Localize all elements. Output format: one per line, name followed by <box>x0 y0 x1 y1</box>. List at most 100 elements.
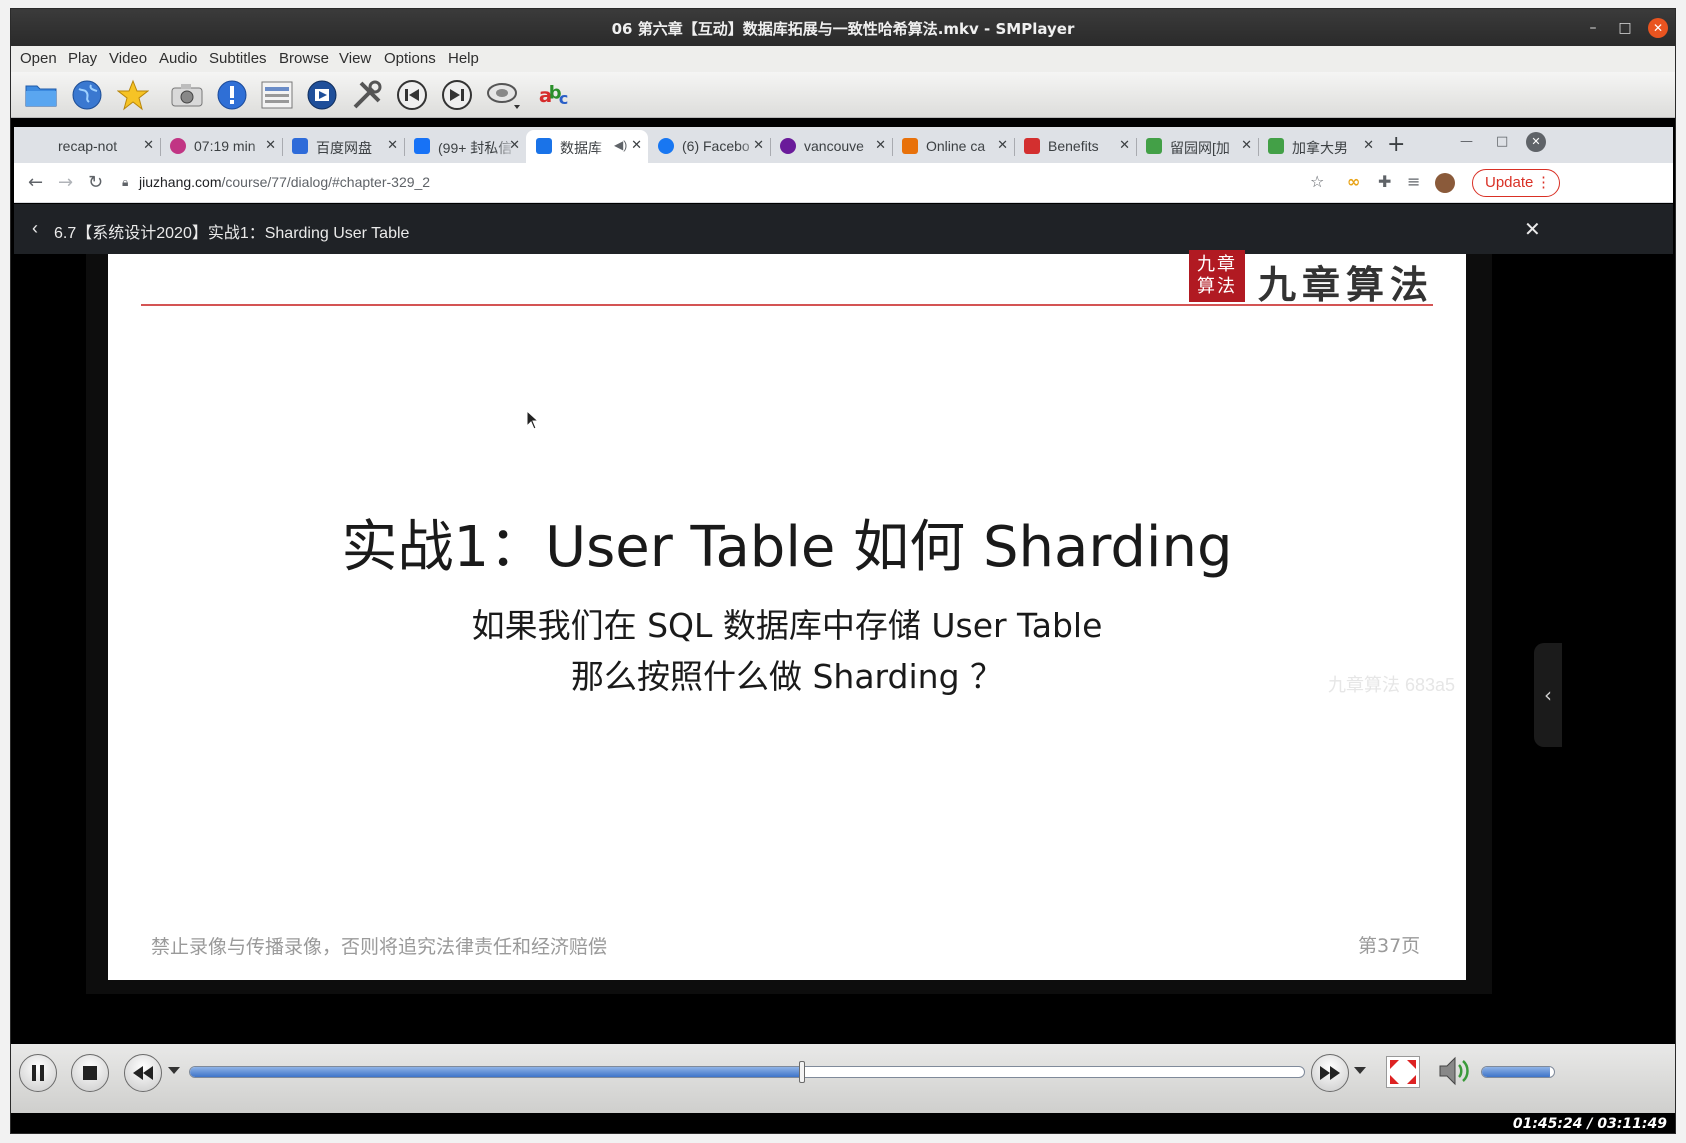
tab-close-icon[interactable]: ✕ <box>265 137 276 153</box>
tab-close-icon[interactable]: ✕ <box>997 137 1008 153</box>
menu-audio[interactable]: Audio <box>159 50 197 67</box>
browser-tab[interactable]: Benefits ✕ <box>1014 130 1136 163</box>
tab-label: (6) Facebo <box>682 138 750 154</box>
previous-icon[interactable] <box>394 77 430 113</box>
tab-close-icon[interactable]: ✕ <box>1241 137 1252 153</box>
browser-minimize-icon[interactable]: — <box>1460 134 1473 149</box>
favorite-star-icon[interactable] <box>115 77 151 113</box>
browser-tab-active[interactable]: 数据库 ◀) ✕ <box>526 130 648 163</box>
close-dialog-icon[interactable]: ✕ <box>1524 217 1541 242</box>
tab-audio-icon[interactable]: ◀) <box>614 138 627 152</box>
more-menu-icon[interactable]: ⋮ <box>1536 170 1551 196</box>
lock-icon[interactable]: 🔒︎ <box>122 175 128 190</box>
tab-favicon-icon <box>292 138 308 154</box>
extension-infinity-icon[interactable]: ∞ <box>1347 172 1360 191</box>
minimize-button[interactable]: – <box>1583 18 1603 38</box>
menu-view[interactable]: View <box>339 50 371 67</box>
rewind-icon <box>133 1066 153 1080</box>
browser-tab[interactable]: 加拿大男 ✕ <box>1258 130 1380 163</box>
forward-dropdown-icon[interactable] <box>1354 1067 1366 1074</box>
tab-favicon-icon <box>902 138 918 154</box>
menu-browse[interactable]: Browse <box>279 50 329 67</box>
watermark: 九章算法 683a5 <box>1328 675 1456 695</box>
browser-tab[interactable]: 百度网盘 ✕ <box>282 130 404 163</box>
volume-icon[interactable] <box>1437 1054 1473 1092</box>
bookmark-star-icon[interactable]: ☆ <box>1310 172 1324 191</box>
menu-help[interactable]: Help <box>448 50 479 67</box>
close-button[interactable]: ✕ <box>1648 18 1668 38</box>
slide-subline-1: 如果我们在 SQL 数据库中存储 User Table <box>471 606 1103 645</box>
profile-avatar[interactable] <box>1435 173 1455 193</box>
status-bar: 01:45:24 / 03:11:49 <box>11 1113 1675 1133</box>
browser-close-icon[interactable]: ✕ <box>1526 132 1546 152</box>
browser-tab[interactable]: (6) Facebo ✕ <box>648 130 770 163</box>
forward-arrow-icon[interactable]: → <box>58 172 73 193</box>
menu-play[interactable]: Play <box>68 50 97 67</box>
toolbar: abc <box>11 72 1675 118</box>
window-title: 06 第六章【互动】数据库拓展与一致性哈希算法.mkv - SMPlayer <box>611 20 1075 38</box>
browser-tab[interactable]: recap-not ✕ <box>38 130 160 163</box>
extensions-puzzle-icon[interactable]: ✚ <box>1378 172 1391 191</box>
tab-label: recap-not <box>58 138 118 154</box>
stop-button[interactable] <box>71 1054 109 1092</box>
playlist-icon[interactable] <box>259 77 295 113</box>
next-icon[interactable] <box>439 77 475 113</box>
open-folder-icon[interactable] <box>23 77 59 113</box>
globe-icon[interactable] <box>69 77 105 113</box>
seal-text: 九章算法 <box>1197 254 1237 297</box>
screenshot-camera-icon[interactable] <box>169 77 205 113</box>
title-bar[interactable]: 06 第六章【互动】数据库拓展与一致性哈希算法.mkv - SMPlayer –… <box>11 9 1675 46</box>
update-button[interactable]: Update ⋮ <box>1472 169 1560 197</box>
browser-tab[interactable]: Online ca ✕ <box>892 130 1014 163</box>
seek-handle[interactable] <box>798 1061 805 1083</box>
tab-close-icon[interactable]: ✕ <box>509 137 520 153</box>
new-tab-button[interactable]: + <box>1387 132 1405 157</box>
tools-icon[interactable] <box>349 77 385 113</box>
fullscreen-button[interactable] <box>1386 1056 1420 1088</box>
tab-close-icon[interactable]: ✕ <box>753 137 764 153</box>
seek-bar[interactable] <box>189 1066 1305 1078</box>
video-area[interactable]: recap-not ✕ 07:19 min ✕ 百度网盘 ✕ (99+ 封私信 … <box>11 118 1675 1066</box>
reading-list-icon[interactable]: ≡ <box>1407 172 1420 191</box>
url-path: /course/77/dialog/#chapter-329_2 <box>221 174 431 190</box>
maximize-button[interactable]: □ <box>1615 18 1635 38</box>
browser-tab[interactable]: vancouve ✕ <box>770 130 892 163</box>
browser-tab[interactable]: (99+ 封私信 ✕ <box>404 130 526 163</box>
menu-subtitles[interactable]: Subtitles <box>209 50 267 67</box>
info-icon[interactable] <box>214 77 250 113</box>
audio-track-icon[interactable] <box>486 77 522 113</box>
tab-close-icon[interactable]: ✕ <box>875 137 886 153</box>
back-chevron-icon[interactable]: ‹ <box>32 218 38 239</box>
tab-label: Benefits <box>1048 138 1099 154</box>
tab-favicon-icon <box>780 138 796 154</box>
menu-bar: Open Play Video Audio Subtitles Browse V… <box>11 46 1675 72</box>
reload-icon[interactable]: ↻ <box>88 172 103 193</box>
forward-button[interactable] <box>1311 1054 1349 1092</box>
pause-button[interactable] <box>19 1054 57 1092</box>
side-panel-toggle[interactable]: ‹ <box>1534 643 1562 747</box>
rewind-button[interactable] <box>124 1054 162 1092</box>
slide-footer-notice: 禁止录像与传播录像，否则将追究法律责任和经济赔偿 <box>151 936 608 958</box>
tab-close-icon[interactable]: ✕ <box>631 137 642 153</box>
chevron-left-icon: ‹ <box>1544 683 1552 707</box>
preferences-film-icon[interactable] <box>304 77 340 113</box>
tab-close-icon[interactable]: ✕ <box>1119 137 1130 153</box>
address-bar: ← → ↻ 🔒︎ jiuzhang.com/course/77/dialog/#… <box>14 163 1673 203</box>
tab-close-icon[interactable]: ✕ <box>143 137 154 153</box>
menu-video[interactable]: Video <box>109 50 147 67</box>
rewind-dropdown-icon[interactable] <box>168 1067 180 1074</box>
tab-favicon-icon <box>1146 138 1162 154</box>
tab-close-icon[interactable]: ✕ <box>1363 137 1374 153</box>
browser-tab[interactable]: 07:19 min ✕ <box>160 130 282 163</box>
menu-options[interactable]: Options <box>384 50 436 67</box>
tab-label: Online ca <box>926 138 986 154</box>
volume-slider[interactable] <box>1481 1066 1555 1078</box>
tab-close-icon[interactable]: ✕ <box>387 137 398 153</box>
back-arrow-icon[interactable]: ← <box>28 172 43 193</box>
url-field[interactable]: jiuzhang.com/course/77/dialog/#chapter-3… <box>139 174 430 190</box>
browser-tab[interactable]: 留园网[加 ✕ <box>1136 130 1258 163</box>
subtitles-icon[interactable]: abc <box>538 77 574 113</box>
menu-open[interactable]: Open <box>20 50 57 67</box>
control-bar <box>11 1044 1675 1113</box>
browser-maximize-icon[interactable]: □ <box>1496 134 1508 149</box>
